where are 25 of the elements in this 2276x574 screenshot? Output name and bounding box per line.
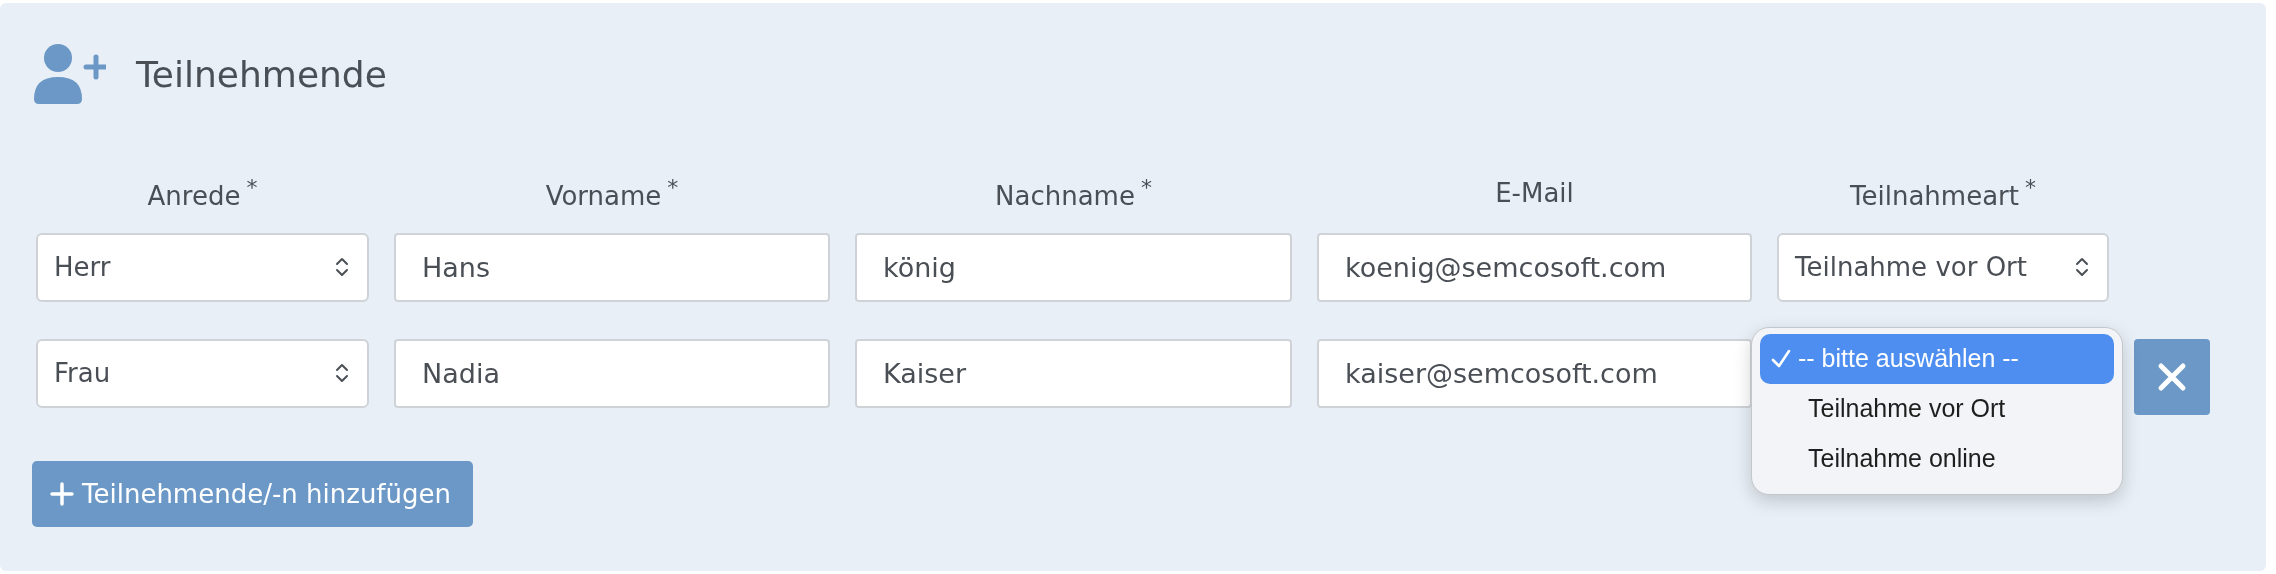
participation-select[interactable]: Teilnahme vor Ort bbox=[1777, 232, 2109, 302]
section-title: Teilnehmende bbox=[136, 53, 387, 95]
salutation-select[interactable]: Herr bbox=[36, 232, 369, 302]
first-name-field[interactable]: Nadia bbox=[394, 338, 830, 408]
first-name-field[interactable]: Hans bbox=[394, 232, 830, 302]
last-name-field[interactable]: könig bbox=[855, 232, 1292, 302]
dropdown-option[interactable]: Teilnahme vor Ort bbox=[1760, 383, 2114, 434]
last-name-field[interactable]: Kaiser bbox=[855, 338, 1292, 408]
column-label: Anrede $^{*}$ bbox=[146, 175, 259, 211]
column-label: E-Mail bbox=[1494, 177, 1575, 208]
plus-icon bbox=[50, 481, 74, 506]
salutation-select[interactable]: Frau bbox=[36, 338, 369, 408]
email-field[interactable]: koenig@semcosoft.com bbox=[1317, 232, 1752, 302]
column-label: Teilnahmeart $^{*}$ bbox=[1849, 175, 2037, 211]
chevron-icon bbox=[335, 256, 349, 279]
email-field[interactable]: kaiser@semcosoft.com bbox=[1317, 338, 1752, 408]
chevron-icon bbox=[335, 362, 349, 385]
dropdown-option[interactable]: Teilnahme online bbox=[1760, 433, 2114, 484]
column-label: Vorname $^{*}$ bbox=[544, 175, 680, 211]
checkmark-icon bbox=[1770, 347, 1792, 370]
close-icon bbox=[2157, 361, 2187, 392]
remove-button[interactable] bbox=[2134, 338, 2210, 415]
column-label: Nachname $^{*}$ bbox=[994, 175, 1153, 211]
add-user-icon bbox=[32, 43, 106, 105]
chevron-icon bbox=[2075, 256, 2089, 279]
